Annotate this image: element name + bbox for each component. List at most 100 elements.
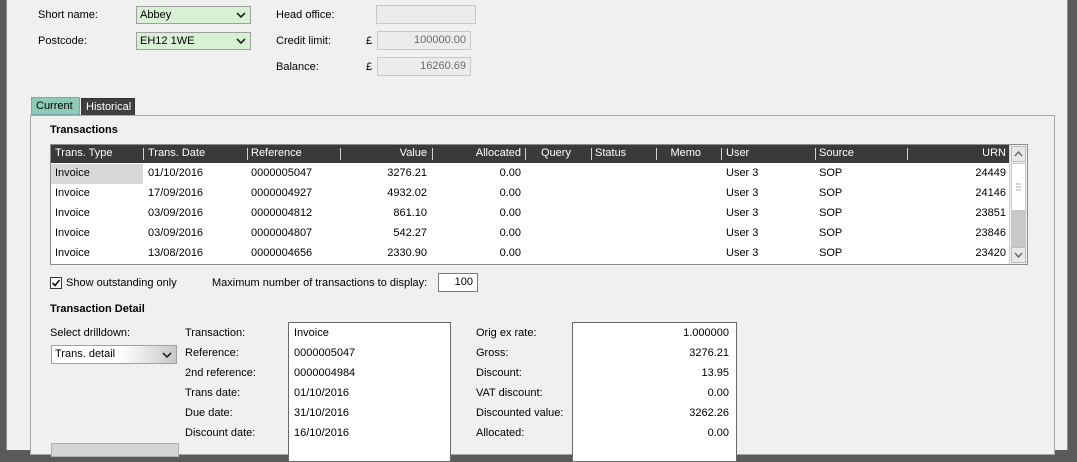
cell-type: Invoice — [55, 227, 90, 239]
detail-label-2nd-reference: 2nd reference: — [185, 367, 256, 379]
grid-scrollbar[interactable] — [1009, 145, 1027, 264]
col-query[interactable]: Query — [541, 147, 571, 159]
table-row[interactable]: Invoice 03/09/2016 0000004812 861.10 0.0… — [51, 204, 1011, 224]
transactions-title: Transactions — [50, 124, 118, 136]
col-memo[interactable]: Memo — [659, 147, 701, 159]
detail-action-button[interactable] — [51, 443, 179, 457]
cell-source: SOP — [819, 207, 843, 219]
col-trans-type[interactable]: Trans. Type — [55, 147, 112, 159]
tab-current[interactable]: Current — [31, 97, 80, 115]
cell-source: SOP — [819, 187, 843, 199]
scroll-down-button[interactable] — [1011, 247, 1026, 263]
table-row[interactable]: Invoice 13/08/2016 0000004656 2330.90 0.… — [51, 244, 1011, 264]
col-source[interactable]: Source — [819, 147, 854, 159]
cell-allocated: 0.00 — [499, 227, 521, 239]
show-outstanding-checkbox[interactable] — [50, 277, 62, 289]
head-office-field — [376, 5, 476, 24]
detail-label-trans-date: Trans date: — [185, 387, 241, 399]
balance-currency: £ — [366, 61, 373, 73]
cell-reference: 0000004807 — [251, 227, 313, 239]
col-urn[interactable]: URN — [911, 147, 1006, 159]
cell-urn: 23846 — [975, 227, 1006, 239]
max-transactions-input[interactable]: 100 — [438, 273, 478, 292]
cell-source: SOP — [819, 247, 843, 259]
col-reference[interactable]: Reference — [251, 147, 302, 159]
detail-label-orig-ex-rate: Orig ex rate: — [476, 327, 537, 339]
postcode-combo[interactable]: EH12 1WE — [136, 32, 251, 50]
col-user[interactable]: User — [726, 147, 749, 159]
cell-value: 3276.21 — [387, 167, 427, 179]
cell-user: User 3 — [726, 207, 759, 219]
chevron-down-icon[interactable] — [236, 35, 246, 47]
cell-allocated: 0.00 — [499, 247, 521, 259]
cell-urn: 24146 — [975, 187, 1006, 199]
show-outstanding-label[interactable]: Show outstanding only — [66, 277, 177, 289]
detail-label-discount-date: Discount date: — [185, 427, 256, 439]
detail-label-discounted-value: Discounted value: — [476, 407, 564, 419]
col-status[interactable]: Status — [595, 147, 626, 159]
col-value[interactable]: Value — [343, 147, 427, 159]
detail-value-discounted-value: 3262.26 — [689, 407, 729, 419]
detail-value-due-date: 31/10/2016 — [294, 407, 350, 419]
grip-icon — [1016, 183, 1021, 191]
col-separator[interactable] — [591, 148, 592, 160]
cell-reference: 0000005047 — [251, 167, 313, 179]
credit-currency: £ — [366, 35, 373, 47]
tab-historical[interactable]: Historical — [81, 98, 135, 116]
table-row[interactable]: Invoice 01/10/2016 0000005047 3276.21 0.… — [51, 164, 1011, 184]
cell-user: User 3 — [726, 187, 759, 199]
col-separator[interactable] — [907, 148, 908, 160]
cell-user: User 3 — [726, 167, 759, 179]
postcode-value: EH12 1WE — [140, 35, 195, 47]
balance-label: Balance: — [276, 61, 319, 73]
cell-urn: 23851 — [975, 207, 1006, 219]
chevron-down-icon — [1014, 252, 1023, 259]
detail-value-vat-discount: 0.00 — [707, 387, 729, 399]
chevron-up-icon — [1014, 150, 1023, 157]
chevron-down-icon[interactable] — [236, 9, 246, 21]
table-row[interactable]: Invoice 03/09/2016 0000004807 542.27 0.0… — [51, 224, 1011, 244]
cell-user: User 3 — [726, 227, 759, 239]
detail-label-discount: Discount: — [476, 367, 522, 379]
detail-value-allocated: 0.00 — [707, 427, 729, 439]
col-separator[interactable] — [656, 148, 657, 160]
head-office-label: Head office: — [276, 9, 335, 21]
col-separator[interactable] — [721, 148, 722, 160]
grid-header: Trans. Type Trans. Date Reference Value … — [51, 145, 1011, 163]
col-separator[interactable] — [340, 148, 341, 160]
cell-date: 17/09/2016 — [148, 187, 204, 199]
short-name-combo[interactable]: Abbey — [136, 6, 251, 24]
cell-type: Invoice — [55, 187, 90, 199]
detail-values-right: 1.000000 3276.21 13.95 0.00 3262.26 0.00 — [572, 322, 737, 462]
scroll-track[interactable] — [1011, 211, 1026, 247]
col-allocated[interactable]: Allocated — [435, 147, 521, 159]
detail-label-transaction: Transaction: — [185, 327, 246, 339]
col-trans-date[interactable]: Trans. Date — [148, 147, 205, 159]
cell-value: 542.27 — [393, 227, 427, 239]
scroll-thumb[interactable] — [1011, 163, 1026, 211]
check-icon — [51, 279, 61, 287]
col-separator[interactable] — [815, 148, 816, 160]
cell-date: 13/08/2016 — [148, 247, 204, 259]
drilldown-select[interactable]: Trans. detail — [51, 345, 177, 364]
detail-value-discount-date: 16/10/2016 — [294, 427, 350, 439]
scroll-up-button[interactable] — [1011, 146, 1026, 162]
cell-source: SOP — [819, 167, 843, 179]
cell-date: 01/10/2016 — [148, 167, 204, 179]
detail-label-reference: Reference: — [185, 347, 239, 359]
col-separator[interactable] — [143, 148, 144, 160]
chevron-down-icon[interactable] — [162, 349, 172, 361]
account-window: Short name: Abbey Postcode: EH12 1WE Hea… — [6, 0, 1068, 462]
cell-type: Invoice — [55, 247, 90, 259]
cell-date: 03/09/2016 — [148, 227, 204, 239]
drilldown-value: Trans. detail — [55, 348, 116, 360]
cell-value: 861.10 — [393, 207, 427, 219]
cell-urn: 23420 — [975, 247, 1006, 259]
table-row[interactable]: Invoice 17/09/2016 0000004927 4932.02 0.… — [51, 184, 1011, 204]
cell-allocated: 0.00 — [499, 167, 521, 179]
detail-value-reference: 0000005047 — [294, 347, 356, 359]
detail-label-gross: Gross: — [476, 347, 509, 359]
col-separator[interactable] — [432, 148, 433, 160]
col-separator[interactable] — [247, 148, 248, 160]
col-separator[interactable] — [525, 148, 526, 160]
